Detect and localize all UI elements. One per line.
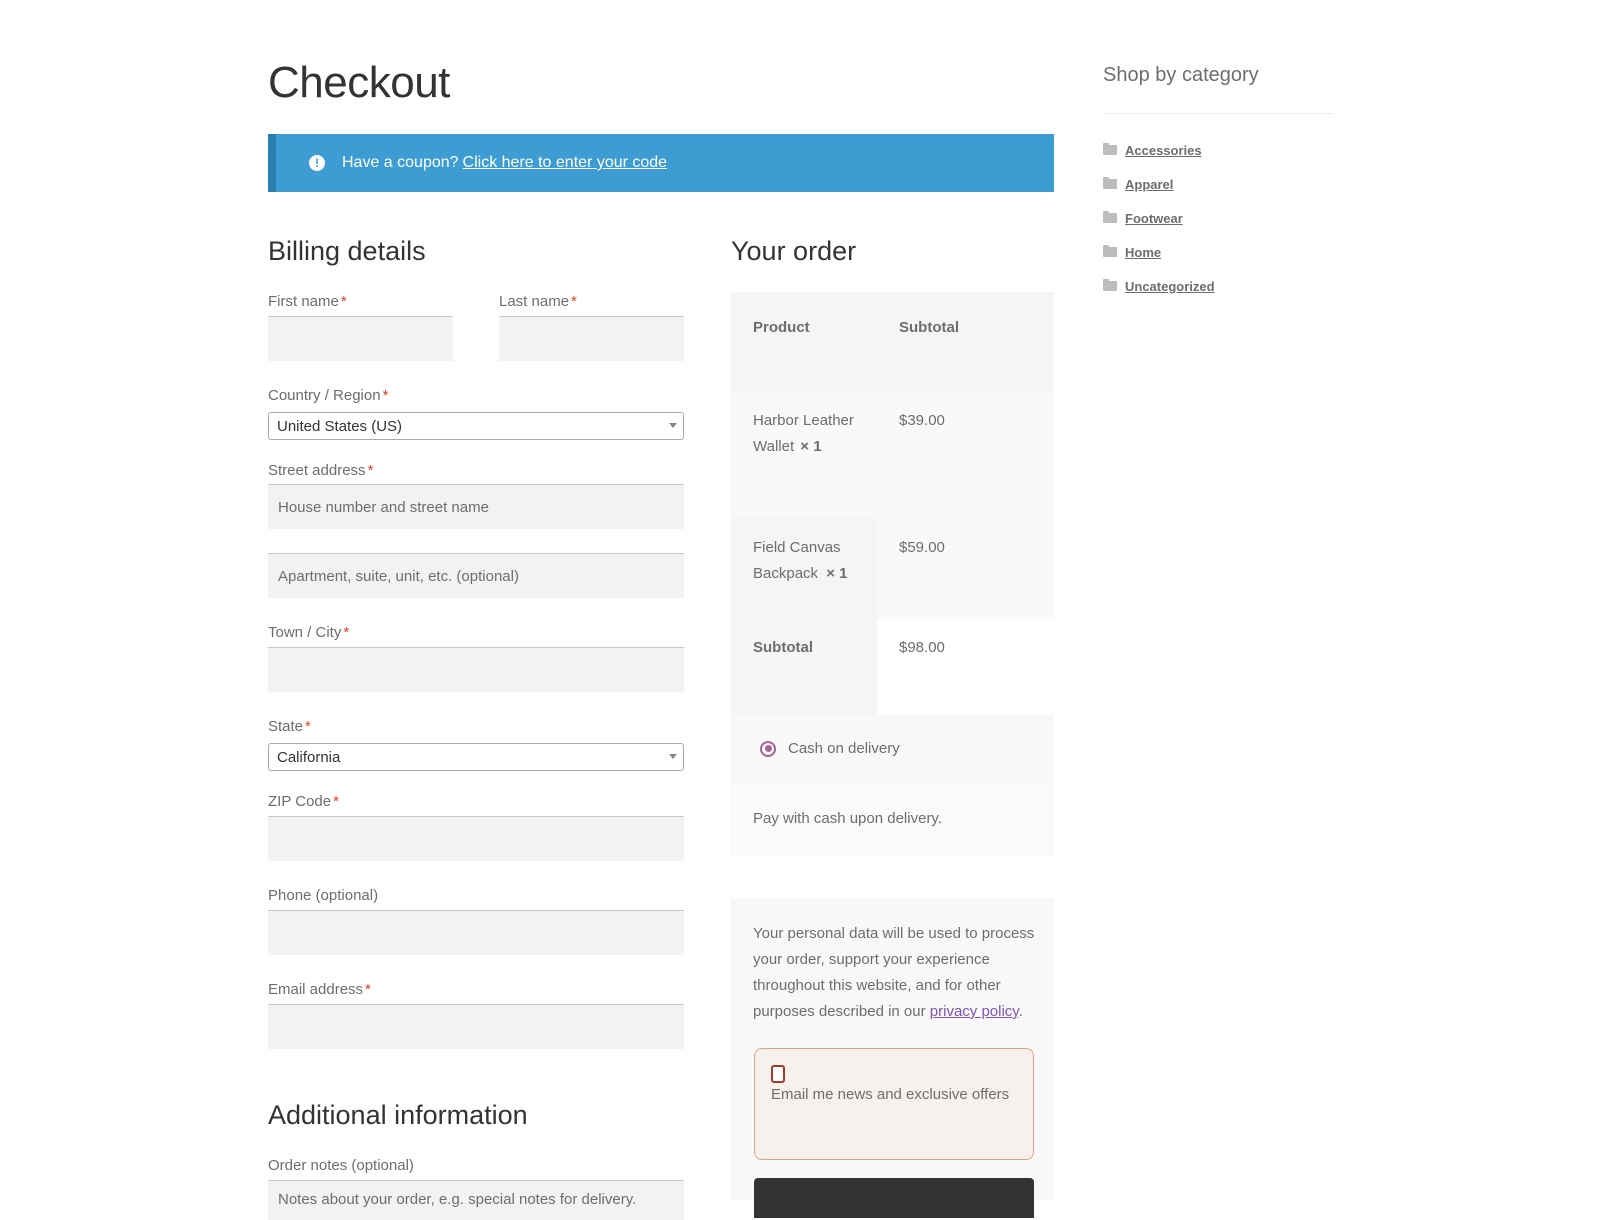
zip-label: ZIP Code * [268, 793, 339, 810]
newsletter-label: Email me news and exclusive offers [771, 1086, 1010, 1103]
sidebar-divider [1103, 113, 1333, 114]
folder-icon [1103, 143, 1117, 155]
country-label-text: Country / Region [268, 387, 381, 404]
required-mark: * [571, 293, 577, 310]
category-link-apparel[interactable]: Apparel [1125, 177, 1173, 192]
payment-description-box: Pay with cash upon delivery. [731, 785, 1054, 857]
zip-label-text: ZIP Code [268, 793, 332, 810]
product-qty: × 1 [800, 438, 822, 455]
last-name-label: Last name * [499, 293, 577, 310]
state-select-value: California [277, 748, 341, 766]
subtotal-value: $98.00 [877, 619, 1054, 696]
radio-dot [764, 745, 772, 752]
country-label: Country / Region * [268, 387, 388, 404]
product-price: $59.00 [877, 518, 1054, 619]
order-review-table: Product Subtotal Harbor Leather Wallet ×… [731, 292, 1054, 771]
folder-icon [1103, 211, 1117, 223]
page-title: Checkout [268, 58, 450, 107]
city-label-text: Town / City [268, 624, 342, 641]
table-header-row: Product Subtotal [731, 292, 1054, 391]
coupon-link[interactable]: Click here to enter your code [463, 154, 668, 172]
last-name-label-text: Last name [499, 293, 570, 310]
payment-description: Pay with cash upon delivery. [753, 810, 942, 827]
newsletter-opt-in[interactable]: Email me news and exclusive offers [754, 1048, 1034, 1160]
required-mark: * [365, 981, 371, 998]
payment-method-label: Cash on delivery [788, 740, 900, 757]
newsletter-checkbox[interactable] [771, 1065, 785, 1083]
category-item: Home [1103, 235, 1215, 269]
zip-field[interactable] [268, 816, 684, 861]
email-label-text: Email address [268, 981, 364, 998]
place-order-button[interactable] [754, 1178, 1034, 1218]
state-select[interactable]: California [268, 743, 684, 771]
category-item: Uncategorized [1103, 269, 1215, 303]
category-list: Accessories Apparel Footwear Home Uncate… [1103, 133, 1215, 303]
privacy-text: Your personal data will be used to proce… [753, 921, 1038, 1025]
folder-icon [1103, 177, 1117, 189]
required-mark: * [343, 624, 350, 641]
chevron-down-icon [669, 754, 677, 759]
required-mark: * [340, 293, 347, 310]
required-mark: * [333, 793, 339, 810]
subtotal-label: Subtotal [731, 619, 877, 696]
info-icon: ! [309, 155, 325, 171]
street-address-field[interactable] [268, 484, 684, 529]
required-mark: * [305, 718, 311, 735]
order-notes-field[interactable] [268, 1180, 684, 1220]
folder-icon [1103, 279, 1117, 291]
product-qty: × 1 [826, 565, 848, 582]
phone-field[interactable] [268, 910, 684, 955]
table-row: Harbor Leather Wallet × 1 $39.00 [731, 391, 1054, 518]
category-item: Apparel [1103, 167, 1215, 201]
chevron-down-icon [669, 423, 677, 428]
category-item: Accessories [1103, 133, 1215, 167]
column-header-product: Product [753, 319, 810, 336]
additional-info-heading: Additional information [268, 1100, 528, 1130]
country-select-value: United States (US) [277, 417, 403, 435]
city-label: Town / City * [268, 624, 349, 641]
category-link-home[interactable]: Home [1125, 245, 1161, 260]
street-label-text: Street address [268, 462, 366, 479]
order-notes-label: Order notes (optional) [268, 1157, 414, 1174]
country-select[interactable]: United States (US) [268, 412, 684, 440]
payment-methods: Cash on delivery Pay with cash upon deli… [731, 715, 1054, 857]
email-label: Email address * [268, 981, 371, 998]
privacy-policy-link[interactable]: privacy policy [930, 1003, 1019, 1020]
city-field[interactable] [268, 647, 684, 692]
column-header-subtotal: Subtotal [899, 319, 959, 336]
category-item: Footwear [1103, 201, 1215, 235]
product-price: $39.00 [899, 412, 945, 429]
category-link-accessories[interactable]: Accessories [1125, 143, 1202, 158]
privacy-text-end: . [1018, 1003, 1023, 1020]
first-name-field[interactable] [268, 316, 453, 361]
subtotal-row: Subtotal $98.00 [731, 619, 1054, 696]
order-heading: Your order [731, 236, 857, 266]
category-link-uncategorized[interactable]: Uncategorized [1125, 279, 1215, 294]
first-name-label: First name * [268, 293, 347, 310]
first-name-label-text: First name [268, 293, 339, 310]
sidebar-title: Shop by category [1103, 64, 1259, 86]
folder-icon [1103, 245, 1117, 257]
product-cell: Harbor Leather Wallet × 1 [731, 391, 877, 518]
payment-radio[interactable] [760, 740, 776, 757]
product-cell: Field Canvas Backpack × 1 [731, 518, 877, 619]
category-link-footwear[interactable]: Footwear [1125, 211, 1183, 226]
state-label: State * [268, 718, 311, 735]
payment-option-cod[interactable]: Cash on delivery [760, 740, 900, 757]
apartment-field[interactable] [268, 553, 684, 598]
state-label-text: State [268, 718, 304, 735]
coupon-prompt: Have a coupon? [342, 154, 459, 171]
required-mark: * [382, 387, 389, 404]
street-label: Street address * [268, 462, 373, 479]
table-row: Field Canvas Backpack × 1 $59.00 [731, 518, 1054, 619]
required-mark: * [367, 462, 374, 479]
billing-heading: Billing details [268, 236, 426, 266]
last-name-field[interactable] [499, 316, 684, 361]
coupon-notice: ! Have a coupon? Click here to enter you… [268, 134, 1054, 192]
phone-label: Phone (optional) [268, 887, 379, 904]
email-field[interactable] [268, 1004, 684, 1049]
